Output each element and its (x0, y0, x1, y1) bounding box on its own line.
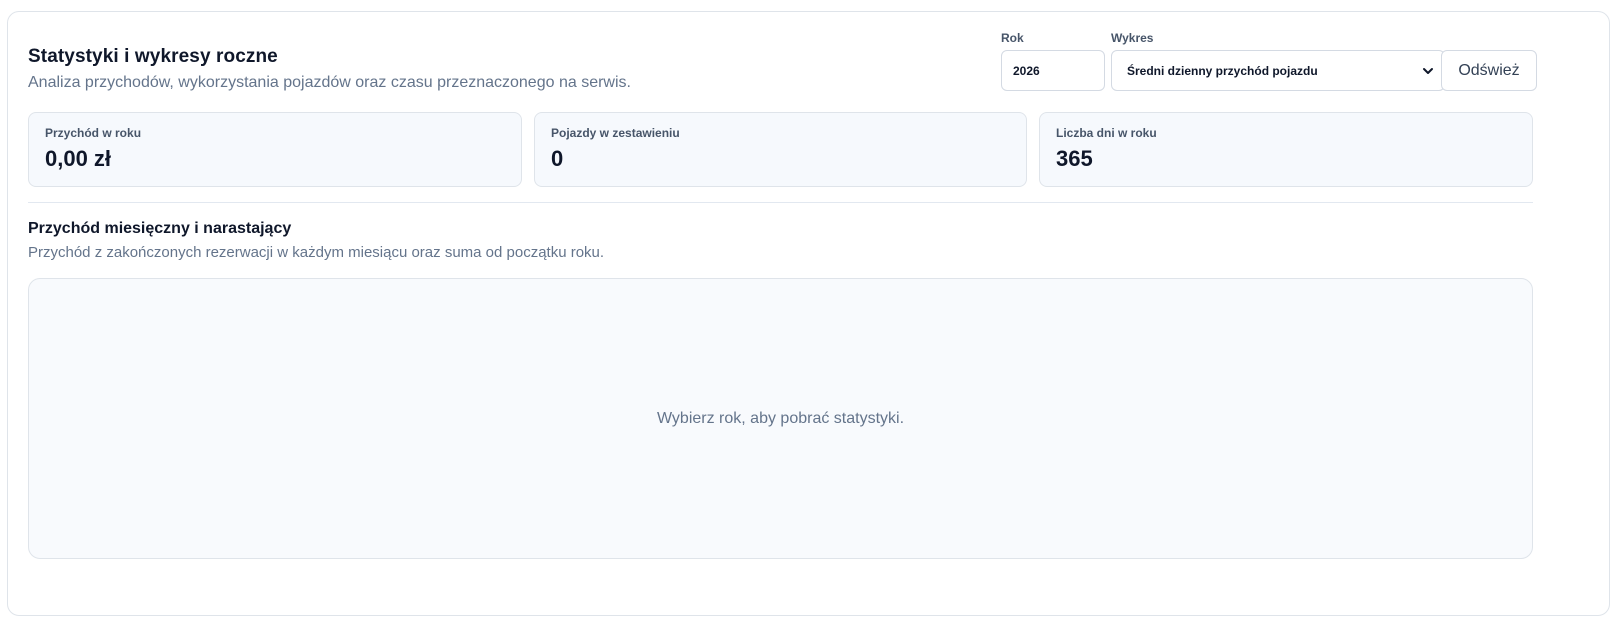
year-label: Rok (1001, 31, 1024, 45)
empty-state-message: Wybierz rok, aby pobrać statystyki. (656, 409, 905, 427)
chart-area: Wybierz rok, aby pobrać statystyki. (28, 278, 1533, 559)
stat-label: Przychód w roku (45, 126, 142, 140)
page-title: Statystyki i wykresy roczne (28, 46, 278, 67)
stat-value: 365 (1056, 146, 1093, 171)
chart-type-select[interactable]: Średni dzienny przychód pojazdu (1111, 50, 1445, 91)
page-subtitle: Analiza przychodów, wykorzystania pojazd… (28, 74, 631, 91)
stat-label: Pojazdy w zestawieniu (551, 126, 680, 140)
section-subtitle: Przychód z zakończonych rezerwacji w każ… (28, 244, 605, 261)
card-header: Statystyki i wykresy roczne Analiza przy… (28, 46, 631, 92)
chart-type-selected: Średni dzienny przychód pojazdu (1127, 63, 1318, 78)
stat-value: 0 (551, 146, 564, 171)
statistics-card: Statystyki i wykresy roczne Analiza przy… (7, 11, 1610, 616)
stat-card-days: Liczba dni w roku 365 (1039, 112, 1533, 187)
chevron-down-icon (1423, 68, 1433, 74)
stat-value: 0,00 zł (45, 146, 112, 171)
section-title: Przychód miesięczny i narastający (28, 220, 292, 237)
chart-label: Wykres (1111, 31, 1154, 45)
stat-card-vehicles: Pojazdy w zestawieniu 0 (534, 112, 1027, 187)
stat-label: Liczba dni w roku (1056, 126, 1157, 140)
stat-card-revenue: Przychód w roku 0,00 zł (28, 112, 522, 187)
page: Statystyki i wykresy roczne Analiza przy… (0, 0, 1617, 635)
year-input[interactable] (1001, 50, 1105, 91)
refresh-button[interactable]: Odśwież (1441, 50, 1537, 91)
section-divider (28, 202, 1533, 203)
